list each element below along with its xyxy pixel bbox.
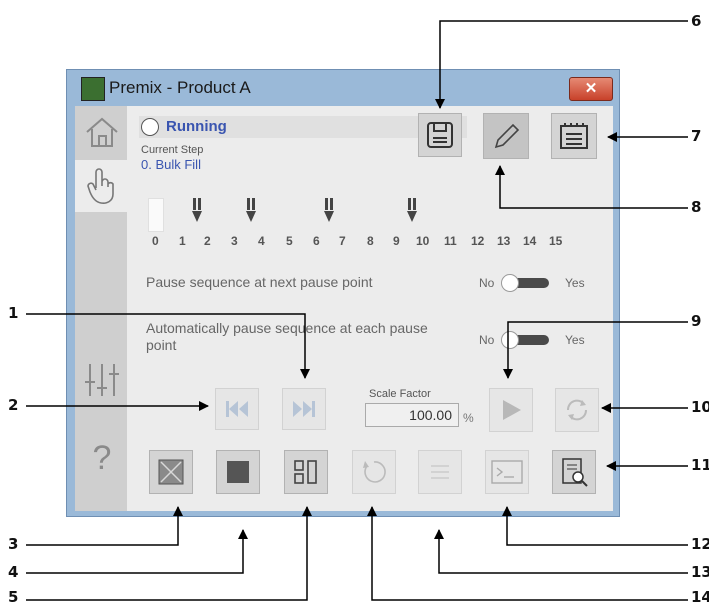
callout-2: 2 — [8, 396, 19, 414]
callout-3: 3 — [8, 535, 19, 553]
callout-line-9 — [503, 321, 688, 379]
callout-8: 8 — [691, 198, 702, 216]
callout-line-5 — [26, 506, 312, 601]
callout-line-3 — [26, 506, 183, 546]
callout-4: 4 — [8, 563, 19, 581]
callout-10: 10 — [691, 398, 709, 416]
callout-1: 1 — [8, 304, 19, 322]
callout-9: 9 — [691, 312, 702, 330]
callout-line-6 — [435, 20, 688, 109]
callout-13: 13 — [691, 563, 709, 581]
callout-lines — [26, 20, 688, 601]
callout-6: 6 — [691, 12, 702, 30]
callout-line-8 — [495, 165, 688, 209]
callout-5: 5 — [8, 588, 19, 606]
callout-line-1 — [26, 313, 310, 379]
callout-line-13 — [434, 529, 688, 574]
callout-14: 14 — [691, 588, 709, 606]
callout-line-12 — [502, 506, 688, 546]
callout-12: 12 — [691, 535, 709, 553]
callout-11: 11 — [691, 456, 709, 474]
callout-7: 7 — [691, 127, 702, 145]
callout-line-14 — [367, 506, 688, 601]
callout-line-4 — [26, 529, 248, 574]
